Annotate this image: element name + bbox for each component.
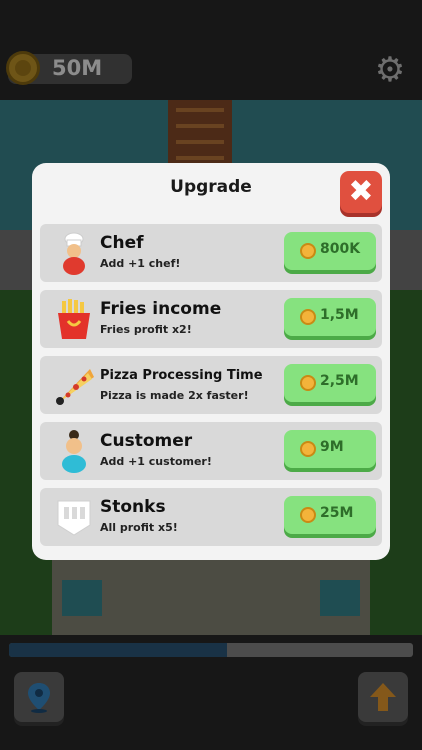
upgrade-title: Pizza Processing Time bbox=[100, 368, 263, 383]
coin-icon bbox=[300, 375, 316, 391]
price-label: 25M bbox=[320, 505, 354, 521]
price-label: 2,5M bbox=[320, 373, 359, 389]
upgrade-row-stonks: Stonks All profit x5! 25M bbox=[40, 488, 382, 546]
price-label: 800K bbox=[320, 241, 361, 257]
coin-icon bbox=[300, 441, 316, 457]
chef-icon bbox=[63, 232, 85, 275]
coin-icon bbox=[300, 243, 316, 259]
fries-icon bbox=[58, 299, 90, 339]
buy-button[interactable]: 9M bbox=[284, 430, 376, 468]
upgrade-title: Stonks bbox=[100, 497, 166, 517]
upgrade-modal: Upgrade ✖ Chef Add +1 chef! 800K Fries i… bbox=[32, 163, 390, 560]
upgrade-row-customer: Customer Add +1 customer! 9M bbox=[40, 422, 382, 480]
upgrade-desc: Pizza is made 2x faster! bbox=[100, 389, 249, 402]
price-label: 9M bbox=[320, 439, 344, 455]
upgrade-title: Chef bbox=[100, 233, 144, 253]
upgrade-row-pizza: Pizza Processing Time Pizza is made 2x f… bbox=[40, 356, 382, 414]
upgrade-row-fries: Fries income Fries profit x2! 1,5M bbox=[40, 290, 382, 348]
upgrade-row-chef: Chef Add +1 chef! 800K bbox=[40, 224, 382, 282]
upgrade-desc: Add +1 chef! bbox=[100, 257, 181, 270]
coin-icon bbox=[300, 309, 316, 325]
upgrade-desc: Add +1 customer! bbox=[100, 455, 212, 468]
pizza-icon bbox=[56, 369, 94, 405]
customer-icon bbox=[62, 430, 86, 473]
stonks-icon bbox=[57, 500, 91, 536]
close-icon: ✖ bbox=[348, 174, 374, 209]
buy-button[interactable]: 25M bbox=[284, 496, 376, 534]
buy-button[interactable]: 2,5M bbox=[284, 364, 376, 402]
upgrade-desc: All profit x5! bbox=[100, 521, 178, 534]
close-button[interactable]: ✖ bbox=[340, 171, 382, 213]
upgrade-title: Customer bbox=[100, 431, 193, 451]
upgrade-title: Fries income bbox=[100, 299, 222, 319]
price-label: 1,5M bbox=[320, 307, 359, 323]
coin-icon bbox=[300, 507, 316, 523]
upgrade-desc: Fries profit x2! bbox=[100, 323, 192, 336]
modal-title: Upgrade bbox=[170, 177, 252, 197]
buy-button[interactable]: 800K bbox=[284, 232, 376, 270]
buy-button[interactable]: 1,5M bbox=[284, 298, 376, 336]
